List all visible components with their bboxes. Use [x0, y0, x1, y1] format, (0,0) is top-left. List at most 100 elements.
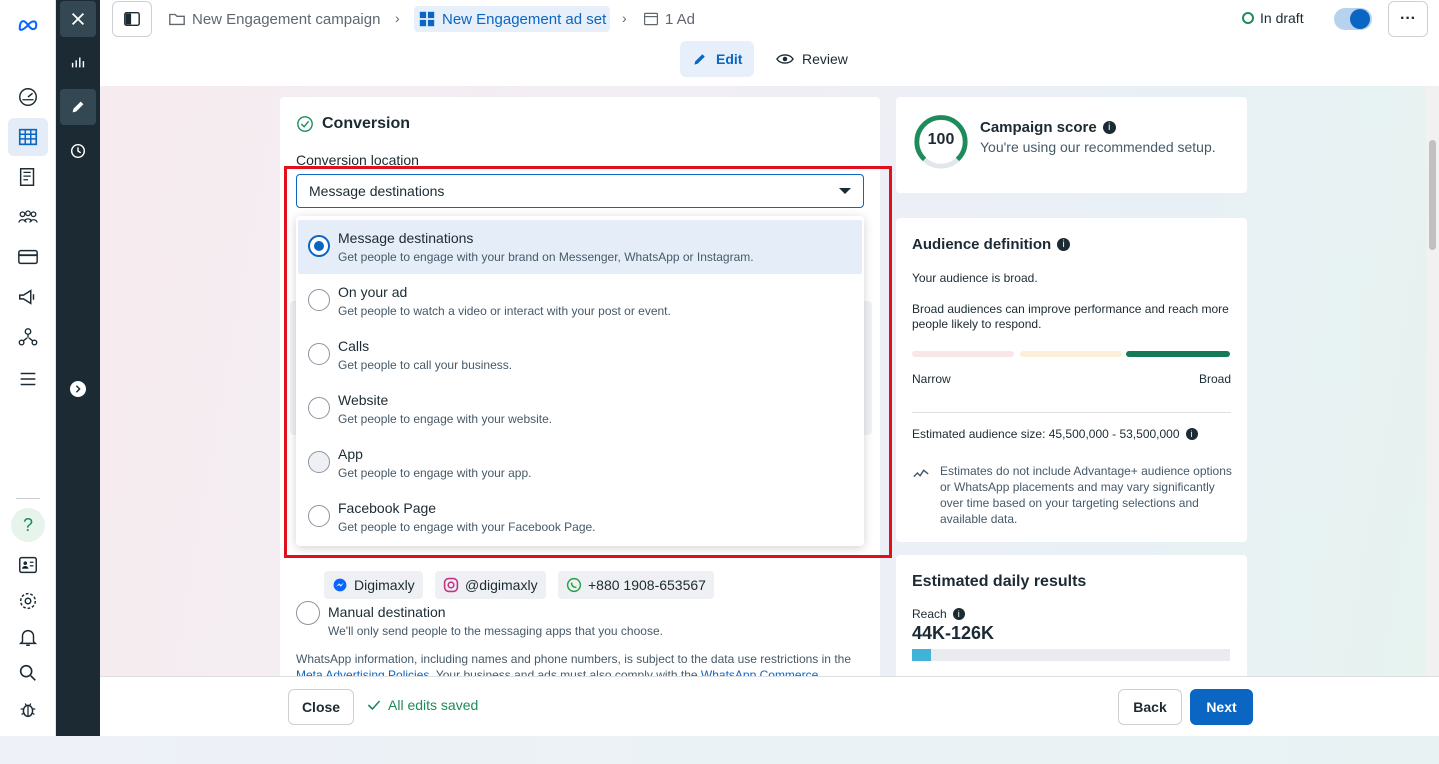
help-icon[interactable]: ?: [8, 506, 48, 544]
toggle-panel-button[interactable]: [112, 1, 152, 37]
button-label: Next: [1206, 699, 1237, 715]
daily-results-card: Estimated daily results Reach i 44K-126K: [896, 555, 1247, 676]
instagram-icon: [443, 577, 459, 593]
chevron-right-icon: ›: [395, 10, 400, 26]
manual-destination-radio[interactable]: [296, 601, 320, 625]
ad-megaphone-icon[interactable]: [8, 278, 48, 316]
settings-gear-icon[interactable]: [8, 582, 48, 620]
radio-button: [308, 451, 330, 473]
audiences-icon[interactable]: [8, 198, 48, 236]
option-label: Calls: [338, 338, 370, 354]
expand-chevron-icon[interactable]: [60, 371, 96, 407]
back-button[interactable]: Back: [1118, 689, 1182, 725]
close-icon[interactable]: [60, 1, 96, 37]
selected-value: Message destinations: [309, 183, 445, 199]
ad-frame-icon: [644, 12, 658, 26]
pages-icon[interactable]: [8, 158, 48, 196]
audience-broad-text: Your audience is broad.: [912, 271, 1038, 285]
breadcrumb-label: New Engagement ad set: [442, 10, 607, 28]
notice-text: the: [834, 652, 851, 666]
reach-bar: [912, 649, 1230, 661]
edit-pencil-icon: [694, 54, 705, 65]
meta-logo-icon[interactable]: [8, 6, 48, 44]
mode-tabs: Edit Review: [100, 38, 1439, 86]
contact-card-icon[interactable]: [8, 546, 48, 584]
reach-label: Reach: [912, 607, 947, 621]
more-options-button[interactable]: ···: [1388, 1, 1428, 37]
folder-icon: [169, 13, 185, 26]
breadcrumb-ad-set[interactable]: New Engagement ad set: [414, 6, 611, 32]
info-icon[interactable]: i: [1185, 428, 1198, 440]
option-desc: Get people to engage with your brand on …: [338, 250, 754, 264]
info-icon[interactable]: i: [1057, 238, 1071, 251]
radio-button: [308, 289, 330, 311]
status-badge: In draft: [1242, 10, 1304, 26]
policies-link[interactable]: Meta Advertising Policies: [296, 668, 429, 676]
campaigns-table-icon[interactable]: [8, 118, 48, 156]
info-icon[interactable]: i: [1102, 121, 1116, 134]
audience-size: Estimated audience size: 45,500,000 - 53…: [912, 427, 1180, 441]
option-desc: Get people to call your business.: [338, 358, 513, 372]
bar-chart-icon[interactable]: [60, 44, 96, 80]
chevron-right-icon: ›: [622, 10, 627, 26]
radio-button: [308, 505, 330, 527]
scrollbar-thumb[interactable]: [1429, 140, 1436, 250]
option-desc: Get people to engage with your app.: [338, 466, 532, 480]
menu-hamburger-icon[interactable]: [8, 360, 48, 398]
status-label: In draft: [1260, 10, 1304, 26]
scrollbar[interactable]: [1426, 86, 1439, 676]
campaign-score-card: 100 Campaign score i You're using our re…: [896, 97, 1247, 193]
option-website[interactable]: Website Get people to engage with your w…: [298, 382, 862, 436]
chip-label: @digimaxly: [465, 577, 538, 593]
tab-label: Edit: [716, 51, 743, 67]
option-on-your-ad[interactable]: On your ad Get people to watch a video o…: [298, 274, 862, 328]
button-label: Close: [301, 699, 341, 715]
editor-canvas: Conversion Conversion location Digimaxly…: [100, 86, 1426, 676]
reach-value: 44K-126K: [912, 623, 995, 643]
whatsapp-notice: WhatsApp information, including names an…: [296, 651, 866, 676]
tab-edit[interactable]: Edit: [680, 41, 755, 77]
option-label: Website: [338, 392, 389, 408]
commerce-link[interactable]: WhatsApp Commerce: [701, 668, 818, 676]
estimate-note: Estimates do not include Advantage+ audi…: [940, 464, 1232, 526]
option-desc: Get people to engage with your website.: [338, 412, 553, 426]
top-bar: New Engagement campaign › New Engagement…: [100, 0, 1439, 38]
close-button[interactable]: Close: [288, 689, 354, 725]
breadcrumb-ad[interactable]: 1 Ad: [639, 6, 699, 32]
chip-label: Digimaxly: [354, 577, 415, 593]
dashboard-gauge-icon[interactable]: [8, 78, 48, 116]
grid-icon: [419, 11, 435, 27]
breadcrumb-label: New Engagement campaign: [192, 10, 381, 28]
tab-review[interactable]: Review: [764, 41, 860, 77]
search-icon[interactable]: [8, 654, 48, 692]
breadcrumb-campaign[interactable]: New Engagement campaign: [164, 6, 384, 32]
billing-card-icon[interactable]: [8, 238, 48, 276]
option-calls[interactable]: Calls Get people to call your business.: [298, 328, 862, 382]
narrow-label: Narrow: [912, 372, 951, 386]
conversion-location-select[interactable]: Message destinations: [296, 174, 864, 208]
option-app[interactable]: App Get people to engage with your app.: [298, 436, 862, 490]
whatsapp-chip: +880 1908-653567: [558, 571, 714, 599]
history-clock-icon[interactable]: [60, 133, 96, 169]
option-label: Facebook Page: [338, 500, 437, 516]
accounts-tree-icon[interactable]: [8, 318, 48, 356]
info-icon[interactable]: i: [952, 608, 965, 620]
radio-button: [308, 235, 330, 257]
option-facebook-page[interactable]: Facebook Page Get people to engage with …: [298, 490, 862, 544]
option-desc: Get people to watch a video or interact …: [338, 304, 671, 318]
notifications-bell-icon[interactable]: [8, 618, 48, 656]
score-title: Campaign score: [980, 119, 1097, 136]
edit-pencil-icon[interactable]: [60, 89, 96, 125]
whatsapp-icon: [566, 577, 582, 593]
campaign-toggle[interactable]: [1334, 8, 1372, 30]
bug-report-icon[interactable]: [8, 690, 48, 728]
radio-button: [308, 343, 330, 365]
next-button[interactable]: Next: [1190, 689, 1253, 725]
messenger-chip: Digimaxly: [324, 571, 423, 599]
instagram-chip: @digimaxly: [435, 571, 546, 599]
option-message-destinations[interactable]: Message destinations Get people to engag…: [298, 220, 862, 274]
breadcrumb-label: 1 Ad: [665, 10, 696, 28]
radio-button: [308, 397, 330, 419]
dark-tool-strip: [56, 0, 100, 736]
conversion-location-menu: Message destinations Get people to engag…: [296, 216, 864, 546]
